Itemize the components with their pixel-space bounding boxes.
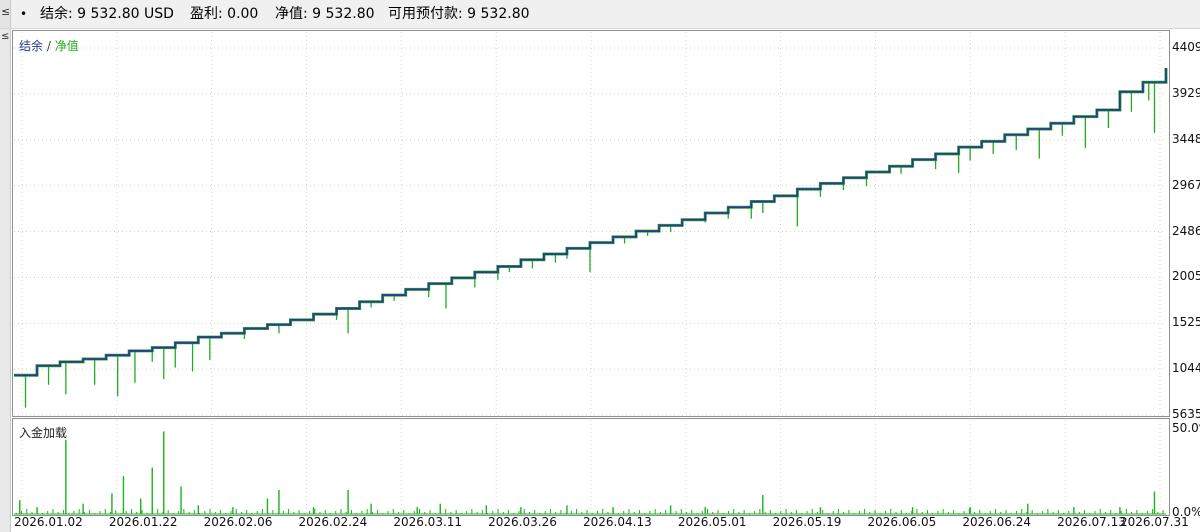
x-tick-label: 2026.05.19 [772,515,842,529]
legend-equity: 净值 [54,39,79,53]
equity-series [14,67,1168,408]
load-y-tick-label: 50.0% [1172,421,1200,435]
x-tick-label: 2026.07.13 [1057,515,1126,529]
y-tick-label: 3448 [1172,131,1200,146]
legend-separator: / [46,39,51,53]
x-tick-label: 2026.07.31 [1120,515,1189,529]
y-tick-label: 4409 [1172,40,1200,54]
y-tick-label: 1044 [1172,361,1200,376]
y-tick-label: 3929 [1172,85,1200,100]
legend-balance: 结余 [19,39,44,53]
chart-legend: 结余 / 净值 [19,37,79,54]
equity-chart [14,32,1168,515]
x-tick-label: 2026.02.24 [298,515,368,529]
deposit-load-label: 入金加载 [19,426,68,440]
x-tick-label: 2026.05.01 [677,515,747,529]
grid-lines [14,32,1166,513]
equity-line [14,67,1168,377]
y-tick-label: 2005 [1172,269,1200,284]
balance-series [14,67,1167,377]
x-tick-label: 2026.06.24 [962,515,1032,529]
x-tick-label: 2026.03.11 [393,515,463,529]
x-tick-label: 2026.06.05 [867,515,937,529]
deposit-load-series [14,431,1166,515]
y-tick-label: 5635 [1172,407,1200,421]
y-tick-label: 1525 [1172,315,1200,330]
x-tick-label: 2026.03.26 [488,515,557,529]
y-tick-label: 2486 [1172,223,1200,238]
balance-line [14,67,1167,377]
y-tick-label: 2967 [1172,177,1200,192]
x-tick-label: 2026.02.06 [203,515,273,529]
x-tick-label: 2026.01.22 [108,515,178,529]
x-tick-label: 2026.04.13 [583,515,652,529]
x-tick-label: 2026.01.02 [14,515,83,529]
